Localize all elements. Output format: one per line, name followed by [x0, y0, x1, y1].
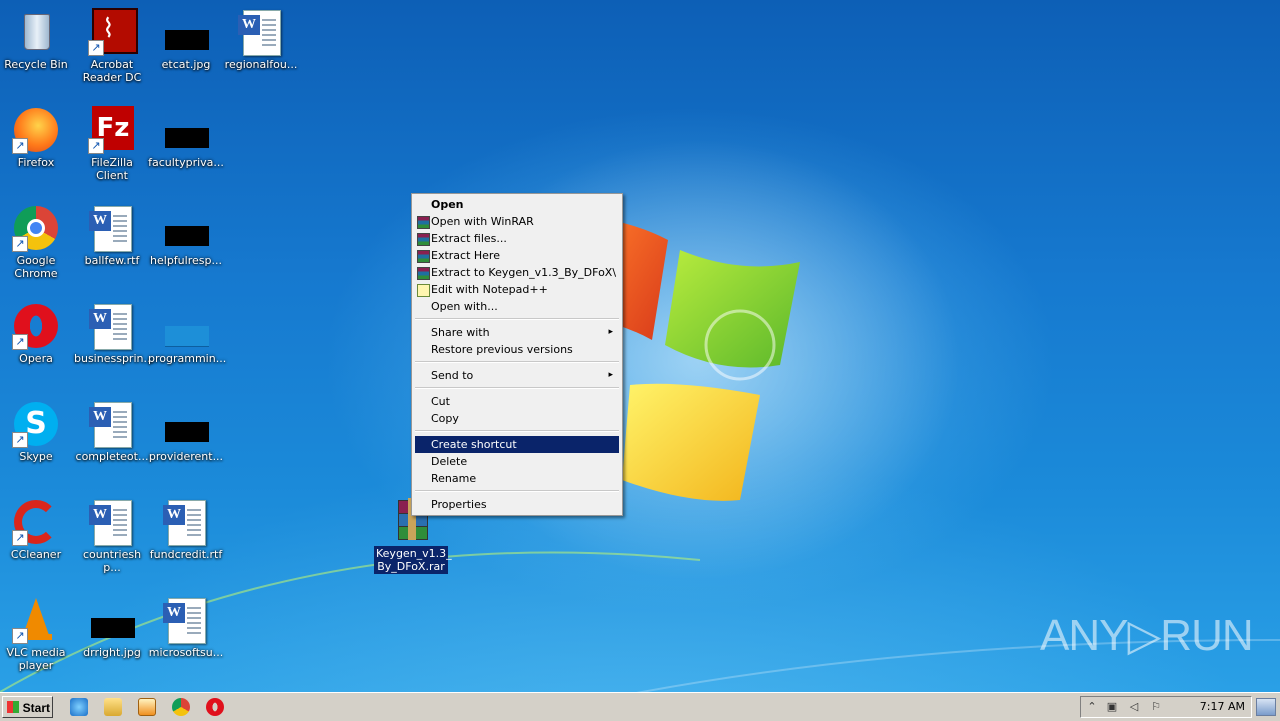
windows-flag-icon — [7, 701, 19, 713]
menu-item-restore-previous-versions[interactable]: Restore previous versions — [415, 341, 619, 358]
word-doc-icon: W — [162, 498, 210, 546]
desktop-icon-opera[interactable]: ↗ Opera — [0, 302, 74, 365]
anyrun-watermark: ANY▷RUN — [1040, 611, 1254, 660]
image-file-icon — [162, 400, 210, 448]
menu-item-rename[interactable]: Rename — [415, 470, 619, 487]
skype-icon: S ↗ — [12, 400, 60, 448]
image-file-icon — [162, 302, 210, 350]
winrar-icon — [417, 233, 430, 246]
filezilla-icon: Fz ↗ — [88, 106, 136, 154]
recycle-bin-icon — [12, 8, 60, 56]
volume-icon[interactable]: ◁ — [1127, 700, 1141, 714]
desktop-icon-etcat[interactable]: etcat.jpg — [148, 8, 224, 71]
explorer-icon[interactable] — [104, 698, 122, 716]
menu-item-open-with[interactable]: Open with... — [415, 298, 619, 315]
desktop-icon-skype[interactable]: S ↗ Skype — [0, 400, 74, 463]
winrar-icon — [417, 250, 430, 263]
image-file-icon — [162, 106, 210, 154]
desktop-icon-chrome[interactable]: ↗ Google Chrome — [0, 204, 74, 280]
desktop-icon-providerent[interactable]: providerent... — [148, 400, 224, 463]
chrome-icon: ↗ — [12, 204, 60, 252]
menu-separator — [415, 318, 619, 320]
image-file-icon — [162, 8, 210, 56]
desktop-icon-recycle-bin[interactable]: Recycle Bin — [0, 8, 74, 71]
start-button[interactable]: Start — [2, 696, 53, 718]
context-menu: Open Open with WinRAR Extract files... E… — [411, 193, 623, 516]
menu-separator — [415, 430, 619, 432]
word-doc-icon: W — [88, 302, 136, 350]
desktop-icon-businessprin[interactable]: W businessprin... — [74, 302, 154, 365]
desktop-icon-firefox[interactable]: ↗ Firefox — [0, 106, 74, 169]
media-player-icon[interactable] — [138, 698, 156, 716]
system-tray: ⌃ ▣ ◁ ⚐ 7:17 AM — [1080, 696, 1252, 718]
internet-explorer-icon[interactable] — [70, 698, 88, 716]
word-doc-icon: W — [88, 204, 136, 252]
desktop-icon-vlc[interactable]: ↗ VLC media player — [0, 596, 74, 672]
network-icon[interactable]: ▣ — [1105, 700, 1119, 714]
menu-item-share-with[interactable]: Share with ▸ — [415, 324, 619, 341]
menu-item-open[interactable]: Open — [415, 196, 619, 213]
desktop-icon-helpfulresp[interactable]: helpfulresp... — [148, 204, 224, 267]
menu-item-send-to[interactable]: Send to ▸ — [415, 367, 619, 384]
vlc-icon: ↗ — [12, 596, 60, 644]
opera-icon[interactable] — [206, 698, 224, 716]
desktop-icon-ballfew[interactable]: W ballfew.rtf — [74, 204, 150, 267]
desktop-icon-ccleaner[interactable]: ↗ CCleaner — [0, 498, 74, 561]
word-doc-icon: W — [88, 400, 136, 448]
image-file-icon — [88, 596, 136, 644]
menu-separator — [415, 361, 619, 363]
show-hidden-icons-icon[interactable]: ⌃ — [1085, 700, 1099, 714]
winrar-icon — [417, 267, 430, 280]
desktop-icon-regionalfou[interactable]: W regionalfou... — [223, 8, 299, 71]
submenu-arrow-icon: ▸ — [608, 370, 613, 380]
word-doc-icon: W — [237, 8, 285, 56]
image-file-icon — [162, 204, 210, 252]
firefox-icon: ↗ — [12, 106, 60, 154]
menu-item-extract-to[interactable]: Extract to Keygen_v1.3_By_DFoX\ — [415, 264, 619, 281]
clock[interactable]: 7:17 AM — [1200, 697, 1245, 717]
chrome-icon[interactable] — [172, 698, 190, 716]
taskbar: Start ⌃ ▣ ◁ ⚐ 7:17 AM — [0, 692, 1280, 721]
notepadpp-icon — [417, 284, 430, 297]
desktop-icon-completeot[interactable]: W completeot... — [74, 400, 150, 463]
desktop[interactable]: Recycle Bin ⌇ ↗ Acrobat Reader DC etcat.… — [0, 0, 1280, 692]
menu-item-copy[interactable]: Copy — [415, 410, 619, 427]
desktop-icon-filezilla[interactable]: Fz ↗ FileZilla Client — [74, 106, 150, 182]
desktop-icon-programmin[interactable]: programmin... — [148, 302, 226, 365]
menu-separator — [415, 490, 619, 492]
ccleaner-icon: ↗ — [12, 498, 60, 546]
menu-item-extract-files[interactable]: Extract files... — [415, 230, 619, 247]
desktop-icon-drright[interactable]: drright.jpg — [74, 596, 150, 659]
desktop-icon-facultypriva[interactable]: facultypriva... — [148, 106, 224, 169]
desktop-icon-microsoftsu[interactable]: W microsoftsu... — [148, 596, 224, 659]
menu-item-properties[interactable]: Properties — [415, 496, 619, 513]
desktop-icon-fundcredit[interactable]: W fundcredit.rtf — [148, 498, 224, 561]
menu-item-edit-notepadpp[interactable]: Edit with Notepad++ — [415, 281, 619, 298]
menu-item-cut[interactable]: Cut — [415, 393, 619, 410]
opera-icon: ↗ — [12, 302, 60, 350]
submenu-arrow-icon: ▸ — [608, 327, 613, 337]
menu-item-delete[interactable]: Delete — [415, 453, 619, 470]
menu-separator — [415, 387, 619, 389]
desktop-icon-countriesh[interactable]: W countriesh p... — [74, 498, 150, 574]
menu-item-extract-here[interactable]: Extract Here — [415, 247, 619, 264]
menu-item-open-with-winrar[interactable]: Open with WinRAR — [415, 213, 619, 230]
word-doc-icon: W — [162, 596, 210, 644]
word-doc-icon: W — [88, 498, 136, 546]
menu-item-create-shortcut[interactable]: Create shortcut — [415, 436, 619, 453]
acrobat-icon: ⌇ ↗ — [88, 8, 138, 56]
winrar-icon — [417, 216, 430, 229]
show-desktop-button[interactable] — [1256, 698, 1276, 716]
desktop-icon-acrobat[interactable]: ⌇ ↗ Acrobat Reader DC — [74, 8, 150, 84]
action-center-flag-icon[interactable]: ⚐ — [1149, 700, 1163, 714]
keygen-rar-label: Keygen_v1.3_ By_DFoX.rar — [374, 546, 452, 574]
